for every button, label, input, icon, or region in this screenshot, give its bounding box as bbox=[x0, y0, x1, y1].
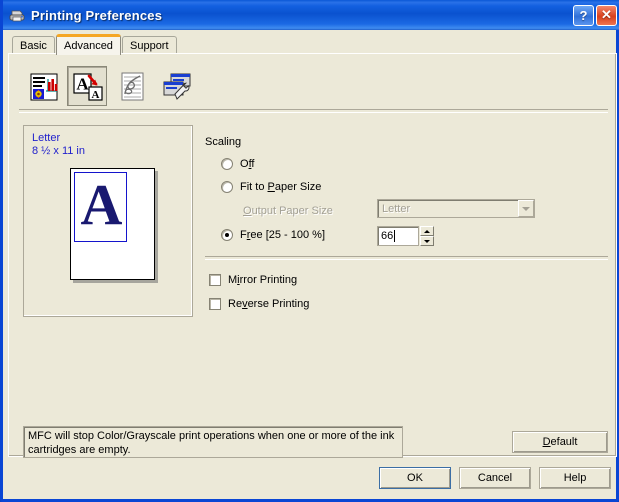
preview-page: A bbox=[70, 168, 155, 280]
checkbox-reverse-printing[interactable]: Reverse Printing bbox=[209, 298, 309, 310]
printer-icon bbox=[8, 6, 26, 24]
device-options-icon bbox=[160, 71, 192, 103]
preview-letter: A bbox=[80, 172, 123, 237]
ok-button[interactable]: OK bbox=[379, 467, 451, 489]
cancel-button-label: Cancel bbox=[477, 472, 513, 484]
tab-basic[interactable]: Basic bbox=[12, 36, 55, 54]
ok-button-label: OK bbox=[407, 472, 423, 484]
window-title: Printing Preferences bbox=[31, 7, 163, 23]
free-scaling-stepper[interactable] bbox=[420, 226, 434, 246]
default-button-label: Default bbox=[542, 436, 578, 448]
toolbar-button-quality[interactable] bbox=[23, 66, 63, 106]
radio-fit-indicator bbox=[221, 181, 233, 193]
preview-scaled-region: A bbox=[74, 172, 127, 242]
reverse-printing-box bbox=[209, 298, 221, 310]
chevron-down-icon[interactable] bbox=[518, 200, 534, 217]
radio-off-indicator bbox=[221, 158, 233, 170]
radio-fit-label: Fit to Paper Size bbox=[240, 181, 322, 193]
radio-off-label: Off bbox=[240, 158, 255, 170]
text-cursor bbox=[394, 230, 396, 242]
watermark-icon bbox=[116, 71, 148, 103]
cancel-button[interactable]: Cancel bbox=[459, 467, 531, 489]
preview-paper-size: 8 ½ x 11 in bbox=[32, 145, 85, 157]
stepper-down-icon[interactable] bbox=[420, 236, 434, 246]
toolbar-button-watermark[interactable] bbox=[111, 66, 151, 106]
help-button[interactable]: ? bbox=[573, 4, 594, 26]
print-preview: Letter 8 ½ x 11 in A bbox=[23, 125, 193, 317]
toolbar-button-device-options[interactable] bbox=[155, 66, 195, 106]
printing-preferences-window: Printing Preferences ? ✕ Basic Advanced … bbox=[0, 0, 619, 502]
tab-support[interactable]: Support bbox=[122, 36, 177, 54]
help-button-label: Help bbox=[563, 472, 587, 484]
radio-scaling-off[interactable]: Off bbox=[221, 158, 254, 170]
toolbar-separator bbox=[19, 109, 608, 113]
toolbar-button-scaling[interactable]: A A bbox=[67, 66, 107, 106]
tab-advanced[interactable]: Advanced bbox=[56, 34, 121, 55]
scaling-separator bbox=[205, 256, 608, 260]
mirror-printing-box bbox=[209, 274, 221, 286]
reverse-printing-label: Reverse Printing bbox=[228, 298, 310, 310]
advanced-tab-panel: A A Letter 8 ½ x 11 in A Scaling Off Fit… bbox=[8, 53, 617, 458]
svg-text:A: A bbox=[92, 89, 100, 101]
free-scaling-input[interactable]: 66 bbox=[377, 226, 419, 246]
radio-fit-to-paper-size[interactable]: Fit to Paper Size bbox=[221, 181, 321, 193]
status-message: MFC will stop Color/Grayscale print oper… bbox=[23, 426, 403, 458]
help-bottom-button[interactable]: Help bbox=[539, 467, 611, 489]
default-button[interactable]: Default bbox=[512, 431, 608, 453]
mirror-printing-label: Mirror Printing bbox=[228, 274, 298, 286]
output-paper-size-label: Output Paper Size bbox=[243, 205, 333, 217]
radio-free-scaling[interactable]: Free [25 - 100 %] bbox=[221, 229, 325, 241]
free-scaling-value: 66 bbox=[381, 230, 394, 242]
output-paper-size-value: Letter bbox=[382, 202, 411, 215]
tab-strip: Basic Advanced Support bbox=[8, 34, 617, 55]
title-bar-buttons: ? ✕ bbox=[571, 4, 617, 26]
preview-paper-name: Letter bbox=[32, 132, 61, 144]
quality-icon bbox=[28, 71, 60, 103]
output-paper-size-dropdown[interactable]: Letter bbox=[377, 199, 535, 218]
radio-free-label: Free [25 - 100 %] bbox=[240, 229, 326, 241]
checkbox-mirror-printing[interactable]: Mirror Printing bbox=[209, 274, 297, 286]
svg-text:A: A bbox=[76, 75, 89, 94]
scaling-group-label: Scaling bbox=[205, 136, 242, 148]
preview-paper-info: Letter 8 ½ x 11 in bbox=[32, 132, 85, 158]
scaling-icon: A A bbox=[72, 71, 104, 103]
title-bar: Printing Preferences ? ✕ bbox=[3, 0, 619, 30]
close-icon[interactable]: ✕ bbox=[596, 4, 617, 26]
radio-free-indicator bbox=[221, 229, 233, 241]
stepper-up-icon[interactable] bbox=[420, 226, 434, 236]
